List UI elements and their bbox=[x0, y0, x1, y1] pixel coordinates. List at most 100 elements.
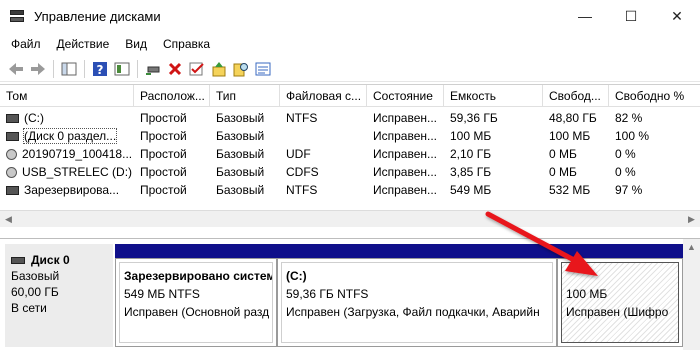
disk-type: Базовый bbox=[11, 269, 60, 283]
connect-drive-button[interactable] bbox=[142, 58, 164, 80]
column-header-layout[interactable]: Располож... bbox=[134, 85, 210, 107]
scroll-up-icon[interactable]: ▲ bbox=[683, 239, 700, 256]
table-row[interactable]: (Диск 0 раздел... Простой Базовый Исправ… bbox=[0, 127, 700, 145]
partition-size: 549 МБ NTFS bbox=[124, 287, 200, 301]
scroll-left-icon[interactable]: ◀ bbox=[0, 211, 17, 228]
table-row[interactable]: 20190719_100418... Простой Базовый UDF И… bbox=[0, 145, 700, 163]
back-button[interactable] bbox=[5, 58, 27, 80]
table-row[interactable]: Зарезервирова... Простой Базовый NTFS Ис… bbox=[0, 181, 700, 199]
partition-bar bbox=[115, 244, 277, 258]
column-header-free[interactable]: Свобод... bbox=[543, 85, 609, 107]
cd-icon bbox=[6, 167, 17, 179]
menu-file[interactable]: Файл bbox=[0, 37, 49, 51]
menu-bar: Файл Действие Вид Справка bbox=[0, 33, 700, 55]
minimize-icon: — bbox=[578, 8, 592, 24]
volume-capacity: 549 МБ bbox=[450, 183, 492, 197]
close-button[interactable]: ✕ bbox=[654, 0, 700, 32]
partition-status: Исправен (Загрузка, Файл подкачки, Авари… bbox=[286, 305, 540, 319]
forward-button[interactable] bbox=[27, 58, 49, 80]
column-header-free-percent[interactable]: Свободно % bbox=[609, 85, 700, 107]
volume-free: 532 МБ bbox=[549, 183, 591, 197]
disk-layout-pane: Диск 0 Базовый 60,00 ГБ В сети Зарезерви… bbox=[0, 238, 700, 350]
back-arrow-icon bbox=[9, 62, 23, 75]
maximize-button[interactable]: ☐ bbox=[608, 0, 654, 32]
drive-icon bbox=[6, 132, 19, 142]
volume-layout: Простой bbox=[140, 165, 187, 179]
help-topics-icon bbox=[114, 62, 130, 75]
volume-free: 100 МБ bbox=[549, 129, 591, 143]
volume-free: 48,80 ГБ bbox=[549, 111, 597, 125]
help-topics-button[interactable] bbox=[111, 58, 133, 80]
partition-reserved[interactable]: Зарезервировано систем 549 МБ NTFS Испра… bbox=[115, 244, 277, 347]
table-row[interactable]: USB_STRELEC (D:) Простой Базовый CDFS Ис… bbox=[0, 163, 700, 181]
partition-bar bbox=[277, 244, 557, 258]
volume-type: Базовый bbox=[216, 129, 265, 143]
volume-free-percent: 0 % bbox=[615, 147, 636, 161]
check-icon bbox=[189, 62, 204, 75]
volume-type: Базовый bbox=[216, 183, 265, 197]
volume-type: Базовый bbox=[216, 147, 265, 161]
partition-100mb[interactable]: 100 МБ Исправен (Шифро bbox=[557, 244, 683, 347]
delete-icon bbox=[168, 62, 182, 75]
maximize-icon: ☐ bbox=[624, 7, 638, 24]
volume-status: Исправен... bbox=[373, 111, 438, 125]
help-icon: ? bbox=[93, 61, 107, 77]
scroll-right-icon[interactable]: ▶ bbox=[683, 211, 700, 228]
upload-button[interactable] bbox=[208, 58, 230, 80]
volume-layout: Простой bbox=[140, 147, 187, 161]
volume-name: (C:) bbox=[24, 111, 44, 125]
help-button[interactable]: ? bbox=[89, 58, 111, 80]
connect-drive-icon bbox=[146, 66, 160, 75]
delete-button[interactable] bbox=[164, 58, 186, 80]
volume-layout: Простой bbox=[140, 183, 187, 197]
volume-free-percent: 100 % bbox=[615, 129, 650, 143]
partition-status: Исправен (Шифро bbox=[566, 305, 669, 319]
volume-free-percent: 82 % bbox=[615, 111, 643, 125]
volume-type: Базовый bbox=[216, 165, 265, 179]
partition-name: Зарезервировано систем bbox=[124, 269, 273, 283]
menu-action[interactable]: Действие bbox=[49, 37, 118, 51]
window-title: Управление дисками bbox=[34, 8, 161, 24]
vertical-scrollbar[interactable]: ▲ bbox=[683, 239, 700, 350]
table-row[interactable]: (C:) Простой Базовый NTFS Исправен... 59… bbox=[0, 109, 700, 127]
table-header: Том Располож... Тип Файловая с... Состоя… bbox=[0, 85, 700, 107]
horizontal-scrollbar[interactable]: ◀ ▶ bbox=[0, 210, 700, 227]
disk-icon bbox=[11, 256, 25, 264]
volume-status: Исправен... bbox=[373, 165, 438, 179]
toolbar: ? bbox=[0, 56, 700, 82]
partition-name bbox=[566, 267, 674, 285]
column-header-type[interactable]: Тип bbox=[210, 85, 280, 107]
minimize-button[interactable]: — bbox=[562, 0, 608, 32]
partition-c[interactable]: (C:) 59,36 ГБ NTFS Исправен (Загрузка, Ф… bbox=[277, 244, 557, 347]
column-header-status[interactable]: Состояние bbox=[367, 85, 444, 107]
check-button[interactable] bbox=[186, 58, 208, 80]
partition-status: Исправен (Основной разд bbox=[124, 305, 270, 319]
volume-capacity: 100 МБ bbox=[450, 129, 492, 143]
cd-icon bbox=[6, 149, 17, 161]
console-tree-button[interactable] bbox=[58, 58, 80, 80]
volume-status: Исправен... bbox=[373, 147, 438, 161]
properties-icon bbox=[255, 62, 271, 75]
disk-management-icon bbox=[9, 9, 25, 23]
console-tree-icon bbox=[61, 62, 77, 75]
partition-size: 100 МБ bbox=[566, 287, 608, 301]
volume-filesystem bbox=[280, 127, 367, 145]
volume-status: Исправен... bbox=[373, 183, 438, 197]
drive-icon bbox=[6, 114, 19, 124]
drive-icon bbox=[6, 186, 19, 196]
menu-view[interactable]: Вид bbox=[117, 37, 155, 51]
upload-icon bbox=[212, 61, 226, 76]
volume-free: 0 МБ bbox=[549, 165, 577, 179]
search-properties-button[interactable] bbox=[230, 58, 252, 80]
column-header-capacity[interactable]: Емкость bbox=[444, 85, 543, 107]
volume-free: 0 МБ bbox=[549, 147, 577, 161]
volume-name: (Диск 0 раздел... bbox=[22, 128, 118, 144]
volume-name: 20190719_100418... bbox=[22, 147, 133, 161]
close-icon: ✕ bbox=[671, 7, 683, 24]
column-header-volume[interactable]: Том bbox=[0, 85, 134, 107]
disk-info[interactable]: Диск 0 Базовый 60,00 ГБ В сети bbox=[5, 244, 113, 347]
svg-text:?: ? bbox=[97, 63, 104, 77]
menu-help[interactable]: Справка bbox=[155, 37, 218, 51]
column-header-filesystem[interactable]: Файловая с... bbox=[280, 85, 367, 107]
properties-button[interactable] bbox=[252, 58, 274, 80]
